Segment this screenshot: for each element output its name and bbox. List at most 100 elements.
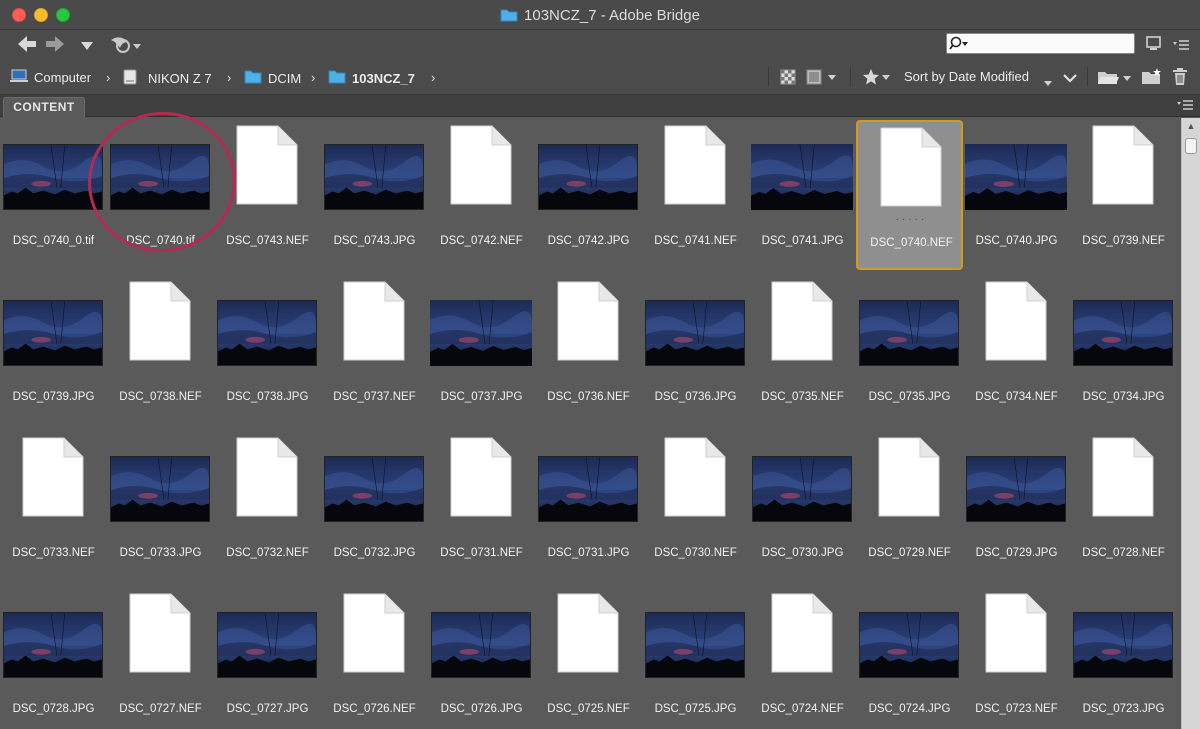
- folder-icon: [328, 69, 346, 87]
- file-thumbnail[interactable]: DSC_0743.JPG: [321, 120, 428, 270]
- forward-arrow-icon[interactable]: [44, 34, 66, 59]
- breadcrumb-nikon-z7[interactable]: NIKON Z 7: [122, 69, 212, 88]
- file-thumbnail[interactable]: DSC_0740.JPG: [963, 120, 1070, 270]
- breadcrumb-103ncz7[interactable]: 103NCZ_7: [328, 69, 415, 87]
- file-thumbnail[interactable]: DSC_0733.JPG: [107, 432, 214, 582]
- file-thumbnail[interactable]: DSC_0724.NEF: [749, 588, 856, 729]
- breadcrumb-separator: ›: [311, 70, 316, 85]
- breadcrumb-separator: ›: [106, 70, 111, 85]
- boomerang-icon[interactable]: [108, 34, 142, 61]
- file-name-label: DSC_0740.NEF: [870, 237, 953, 249]
- file-thumbnail[interactable]: DSC_0734.JPG: [1070, 276, 1177, 426]
- new-folder-icon[interactable]: [1141, 67, 1163, 90]
- file-thumbnail[interactable]: DSC_0740.tif: [107, 120, 214, 270]
- file-thumbnail[interactable]: DSC_0736.NEF: [535, 276, 642, 426]
- file-name-label: DSC_0724.NEF: [761, 703, 844, 715]
- file-thumbnail[interactable]: DSC_0726.JPG: [428, 588, 535, 729]
- search-input[interactable]: [969, 35, 1129, 52]
- photo-thumbnail-image: [431, 612, 531, 678]
- file-thumbnail[interactable]: DSC_0728.JPG: [0, 588, 107, 729]
- file-name-label: DSC_0733.JPG: [119, 547, 202, 559]
- back-arrow-icon[interactable]: [16, 34, 38, 59]
- file-name-label: DSC_0725.JPG: [654, 703, 737, 715]
- document-file-icon: [236, 125, 298, 210]
- file-thumbnail[interactable]: DSC_0733.NEF: [0, 432, 107, 582]
- document-file-icon: [450, 437, 512, 522]
- trash-icon[interactable]: [1172, 68, 1188, 91]
- file-thumbnail[interactable]: DSC_0739.NEF: [1070, 120, 1177, 270]
- file-name-label: DSC_0735.JPG: [868, 391, 951, 403]
- document-file-icon: [771, 593, 833, 678]
- photo-thumbnail-image: [110, 144, 210, 210]
- file-thumbnail[interactable]: DSC_0738.NEF: [107, 276, 214, 426]
- photo-thumbnail-image: [3, 144, 103, 210]
- file-thumbnail[interactable]: DSC_0729.NEF: [856, 432, 963, 582]
- file-thumbnail[interactable]: DSC_0730.NEF: [642, 432, 749, 582]
- photo-thumbnail-image: [324, 456, 424, 522]
- file-thumbnail[interactable]: DSC_0742.JPG: [535, 120, 642, 270]
- file-thumbnail[interactable]: DSC_0738.JPG: [214, 276, 321, 426]
- photo-thumbnail-image: [859, 300, 959, 366]
- compact-mode-icon[interactable]: [1145, 35, 1163, 58]
- file-thumbnail[interactable]: DSC_0734.NEF: [963, 276, 1070, 426]
- tab-content[interactable]: CONTENT: [3, 97, 85, 117]
- file-name-label: DSC_0723.JPG: [1082, 703, 1165, 715]
- file-thumbnail[interactable]: DSC_0743.NEF: [214, 120, 321, 270]
- vertical-scrollbar[interactable]: ▲: [1181, 118, 1200, 729]
- file-thumbnail[interactable]: DSC_0723.NEF: [963, 588, 1070, 729]
- scrollbar-thumb[interactable]: [1185, 138, 1197, 154]
- document-file-icon: [557, 593, 619, 678]
- file-thumbnail[interactable]: DSC_0723.JPG: [1070, 588, 1177, 729]
- content-panel-header: CONTENT: [0, 95, 1200, 117]
- file-thumbnail[interactable]: DSC_0731.NEF: [428, 432, 535, 582]
- file-thumbnail[interactable]: DSC_0741.JPG: [749, 120, 856, 270]
- photo-thumbnail-image: [645, 300, 745, 366]
- document-file-icon: [343, 281, 405, 366]
- file-thumbnail[interactable]: DSC_0727.NEF: [107, 588, 214, 729]
- file-thumbnail[interactable]: DSC_0724.JPG: [856, 588, 963, 729]
- file-thumbnail[interactable]: DSC_0737.JPG: [428, 276, 535, 426]
- thumbnail-quality-icon[interactable]: [806, 69, 840, 90]
- file-thumbnail[interactable]: DSC_0728.NEF: [1070, 432, 1177, 582]
- file-thumbnail[interactable]: DSC_0741.NEF: [642, 120, 749, 270]
- breadcrumb-dcim[interactable]: DCIM: [244, 69, 301, 87]
- panel-options-icon[interactable]: [1176, 99, 1194, 113]
- open-recent-folder-icon[interactable]: [1097, 69, 1133, 90]
- file-thumbnail[interactable]: DSC_0725.NEF: [535, 588, 642, 729]
- file-thumbnail[interactable]: DSC_0740_0.tif: [0, 120, 107, 270]
- document-file-icon: [236, 437, 298, 522]
- sort-order-chevron-icon[interactable]: [1062, 71, 1078, 89]
- search-icon[interactable]: [949, 36, 969, 57]
- file-thumbnail[interactable]: DSC_0726.NEF: [321, 588, 428, 729]
- panel-menu-icon[interactable]: [1172, 38, 1190, 56]
- file-thumbnail[interactable]: DSC_0742.NEF: [428, 120, 535, 270]
- toolbar-divider: [768, 67, 769, 87]
- file-thumbnail[interactable]: DSC_0729.JPG: [963, 432, 1070, 582]
- file-thumbnail[interactable]: DSC_0727.JPG: [214, 588, 321, 729]
- recent-dropdown-icon[interactable]: [80, 38, 94, 56]
- star-filter-icon[interactable]: [862, 68, 892, 91]
- file-thumbnail[interactable]: DSC_0739.JPG: [0, 276, 107, 426]
- file-thumbnail[interactable]: DSC_0731.JPG: [535, 432, 642, 582]
- sort-dropdown-caret-icon[interactable]: [1043, 74, 1053, 92]
- file-thumbnail[interactable]: ····· DSC_0740.NEF: [856, 120, 963, 270]
- file-thumbnail[interactable]: DSC_0735.NEF: [749, 276, 856, 426]
- file-thumbnail[interactable]: DSC_0725.JPG: [642, 588, 749, 729]
- file-thumbnail[interactable]: DSC_0732.NEF: [214, 432, 321, 582]
- scroll-up-arrow-icon[interactable]: ▲: [1182, 118, 1200, 134]
- toolbar-divider: [850, 67, 851, 87]
- breadcrumb-computer[interactable]: Computer: [10, 69, 91, 86]
- path-bar: Computer › NIKON Z 7 › DCIM › 103NCZ_7 ›…: [0, 60, 1200, 95]
- file-thumbnail[interactable]: DSC_0732.JPG: [321, 432, 428, 582]
- search-field[interactable]: [946, 33, 1135, 54]
- photo-thumbnail-image: [217, 300, 317, 366]
- photo-thumbnail-image: [966, 456, 1066, 522]
- file-thumbnail[interactable]: DSC_0735.JPG: [856, 276, 963, 426]
- sort-dropdown[interactable]: Sort by Date Modified: [904, 69, 1029, 84]
- file-thumbnail[interactable]: DSC_0736.JPG: [642, 276, 749, 426]
- quality-checker-icon[interactable]: [780, 69, 796, 90]
- file-thumbnail[interactable]: DSC_0730.JPG: [749, 432, 856, 582]
- file-thumbnail[interactable]: DSC_0737.NEF: [321, 276, 428, 426]
- file-name-label: DSC_0743.NEF: [226, 235, 309, 247]
- file-name-label: DSC_0725.NEF: [547, 703, 630, 715]
